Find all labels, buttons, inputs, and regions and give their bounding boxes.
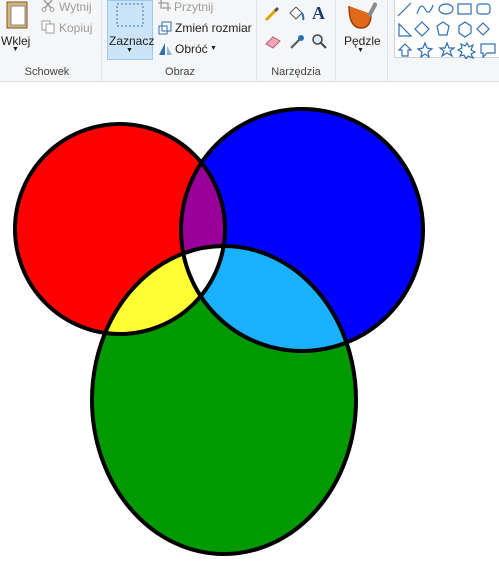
clipboard-group-label: Schowek	[24, 66, 70, 78]
rotate-dropdown-arrow[interactable]: ▼	[210, 45, 217, 52]
crop-icon[interactable]	[158, 0, 171, 11]
magnifier-icon[interactable]	[311, 33, 327, 49]
text-tool-icon[interactable]: A	[312, 3, 325, 24]
paste-icon[interactable]	[4, 0, 30, 30]
drawing-canvas[interactable]	[0, 82, 499, 567]
cut-button-label[interactable]: Wytnij	[59, 0, 92, 14]
rotate-icon[interactable]	[158, 42, 173, 56]
brushes-dropdown-arrow[interactable]: ▼	[357, 47, 364, 54]
brushes-icon[interactable]	[343, 0, 378, 30]
select-button[interactable]: Zaznacz ▼	[107, 0, 155, 60]
color-picker-icon[interactable]	[289, 34, 305, 50]
rotate-button-label[interactable]: Obróć	[175, 42, 208, 56]
image-group-label: Obraz	[165, 66, 195, 78]
tools-group-label: Narzędzia	[271, 66, 321, 78]
fill-bucket-icon[interactable]	[287, 5, 305, 23]
group-divider	[335, 0, 336, 82]
group-divider	[101, 0, 102, 82]
brushes-button-label[interactable]: Pędzle	[344, 34, 381, 48]
group-divider	[256, 0, 257, 82]
shapes-gallery-icons	[397, 2, 496, 61]
shapes-gallery[interactable]	[394, 0, 499, 61]
cut-icon[interactable]	[41, 0, 55, 12]
crop-button-label[interactable]: Przytnij	[174, 0, 213, 14]
select-dropdown-arrow: ▼	[126, 47, 133, 54]
resize-icon[interactable]	[158, 21, 172, 35]
ribbon: Wklej ▼ Wytnij Kopiuj Schowek Zaznacz ▼	[0, 0, 499, 82]
paste-dropdown-arrow[interactable]: ▼	[12, 46, 19, 53]
select-button-label: Zaznacz	[109, 34, 155, 48]
copy-button-label[interactable]: Kopiuj	[59, 21, 92, 35]
eraser-icon[interactable]	[264, 35, 282, 49]
pencil-icon[interactable]	[264, 6, 280, 22]
resize-button-label[interactable]: Zmień rozmiar	[175, 21, 252, 35]
venn-diagram	[13, 107, 425, 556]
select-icon	[116, 3, 144, 27]
copy-icon[interactable]	[41, 20, 55, 34]
group-divider	[387, 0, 388, 82]
